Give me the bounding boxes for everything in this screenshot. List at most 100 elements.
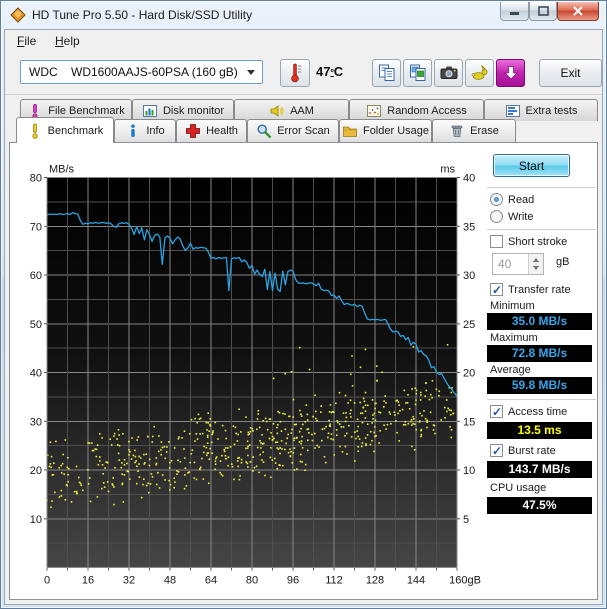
svg-text:32: 32 xyxy=(123,575,135,587)
tab-error-scan[interactable]: Error Scan xyxy=(247,119,339,142)
cpu-usage-value: 47.5% xyxy=(487,497,592,514)
tab-info[interactable]: Info xyxy=(114,119,176,142)
short-stroke-checkbox[interactable] xyxy=(490,235,503,248)
minimum-label: Minimum xyxy=(490,300,535,312)
client-area: File Help WDC WD1600AAJS-60PSA (160 gB) … xyxy=(4,29,603,605)
access-time-row[interactable]: Access time xyxy=(490,405,567,419)
svg-text:ms: ms xyxy=(440,164,455,176)
tab-label: Info xyxy=(146,125,165,137)
write-label: Write xyxy=(508,210,534,223)
tab-label: Health xyxy=(206,125,238,137)
svg-text:80: 80 xyxy=(246,575,258,587)
average-label: Average xyxy=(490,364,531,376)
download-update-button[interactable] xyxy=(496,59,525,87)
exit-button[interactable]: Exit xyxy=(539,59,602,87)
menu-file[interactable]: File xyxy=(9,31,44,51)
red-cross-icon xyxy=(185,123,201,139)
temperature-button[interactable] xyxy=(280,59,310,87)
svg-text:96: 96 xyxy=(287,575,299,587)
capacity-unit-label: gB xyxy=(556,256,570,268)
benchmark-controls-panel: Start Read Write Short stroke 40 gB Tran… xyxy=(484,143,602,599)
spinner-up-icon[interactable] xyxy=(533,258,539,262)
svg-text:40: 40 xyxy=(30,368,42,380)
svg-text:128: 128 xyxy=(366,575,384,587)
spinner-down-icon[interactable] xyxy=(533,266,539,270)
camera-icon xyxy=(440,66,457,79)
tab-random-access[interactable]: Random Access xyxy=(349,99,484,121)
burst-rate-checkbox[interactable] xyxy=(490,444,503,458)
tab-label: Extra tests xyxy=(525,104,578,117)
tab-label: AAM xyxy=(290,104,314,117)
drive-select-value: WDC WD1600AAJS-60PSA (160 gB) xyxy=(29,65,238,79)
speed-test-button[interactable] xyxy=(465,59,494,87)
close-icon xyxy=(573,6,583,16)
transfer-rate-label: Transfer rate xyxy=(508,283,571,296)
maximize-button[interactable] xyxy=(529,2,557,21)
menu-help[interactable]: Help xyxy=(47,31,88,51)
chevron-down-icon xyxy=(247,70,255,75)
minimize-icon xyxy=(510,11,519,15)
copy-text-button[interactable] xyxy=(372,59,401,87)
start-button[interactable]: Start xyxy=(493,154,570,177)
burst-rate-row[interactable]: Burst rate xyxy=(490,444,556,458)
tab-label: Folder Usage xyxy=(362,125,430,137)
copy-image-button[interactable] xyxy=(403,59,432,87)
bar-chart-icon xyxy=(505,103,521,119)
tab-folder-usage[interactable]: Folder Usage xyxy=(339,119,432,142)
short-stroke-row[interactable]: Short stroke xyxy=(490,235,567,248)
spinner-buttons[interactable] xyxy=(528,254,543,274)
speed-rabbit-icon xyxy=(471,65,487,80)
speaker-icon xyxy=(269,103,285,119)
tab-extra-tests[interactable]: Extra tests xyxy=(484,99,598,121)
svg-text:20: 20 xyxy=(30,465,42,477)
write-radio[interactable] xyxy=(490,210,503,223)
drive-select-dropdown[interactable]: WDC WD1600AAJS-60PSA (160 gB) xyxy=(20,60,263,84)
read-radio-row[interactable]: Read xyxy=(490,193,534,206)
window-title: HD Tune Pro 5.50 - Hard Disk/SSD Utility xyxy=(32,8,253,22)
tab-erase[interactable]: Erase xyxy=(432,119,516,142)
tab-label: File Benchmark xyxy=(48,104,125,117)
svg-text:35: 35 xyxy=(463,221,475,233)
burst-rate-label: Burst rate xyxy=(508,444,556,457)
write-radio-row[interactable]: Write xyxy=(490,210,533,223)
svg-text:5: 5 xyxy=(463,514,469,526)
tab-benchmark[interactable]: Benchmark xyxy=(16,117,114,143)
close-button[interactable] xyxy=(557,2,599,21)
minimum-value: 35.0 MB/s xyxy=(487,313,592,330)
tab-aam[interactable]: AAM xyxy=(234,99,349,121)
svg-text:160gB: 160gB xyxy=(449,575,481,587)
maximize-icon xyxy=(537,6,549,16)
svg-text:64: 64 xyxy=(205,575,217,587)
screenshot-button[interactable] xyxy=(434,59,463,87)
mini-chart-icon xyxy=(142,103,158,119)
tab-label: Benchmark xyxy=(47,124,104,137)
maximum-value: 72.8 MB/s xyxy=(487,345,592,362)
average-value: 59.8 MB/s xyxy=(487,377,592,394)
svg-text:15: 15 xyxy=(463,416,475,428)
download-arrow-icon xyxy=(503,66,518,80)
capacity-spinner[interactable]: 40 xyxy=(492,253,544,275)
minimize-button[interactable] xyxy=(500,2,529,21)
benchmark-chart: 80706050403020104035302520151050 16 32 48 64… xyxy=(30,164,481,587)
temperature-readout: 47ºC xyxy=(316,64,344,79)
svg-text:112: 112 xyxy=(325,575,343,587)
tab-label: Disk monitor xyxy=(162,104,225,117)
transfer-rate-row[interactable]: Transfer rate xyxy=(490,283,571,297)
maximum-label: Maximum xyxy=(490,332,538,344)
tab-disk-monitor[interactable]: Disk monitor xyxy=(132,99,234,121)
read-radio[interactable] xyxy=(490,193,503,206)
access-time-checkbox[interactable] xyxy=(490,405,503,419)
title-bar[interactable]: HD Tune Pro 5.50 - Hard Disk/SSD Utility xyxy=(1,1,606,29)
app-window: HD Tune Pro 5.50 - Hard Disk/SSD Utility… xyxy=(0,0,607,609)
copy-text-icon xyxy=(378,64,394,81)
folder-icon xyxy=(342,123,358,139)
transfer-rate-checkbox[interactable] xyxy=(490,283,503,297)
trash-icon xyxy=(449,123,465,139)
separator xyxy=(487,229,596,231)
svg-text:40: 40 xyxy=(463,173,475,185)
svg-text:0: 0 xyxy=(44,575,50,587)
tab-health[interactable]: Health xyxy=(176,119,247,142)
svg-text:70: 70 xyxy=(30,221,42,233)
svg-text:MB/s: MB/s xyxy=(49,164,75,176)
copy-image-icon xyxy=(409,64,425,81)
